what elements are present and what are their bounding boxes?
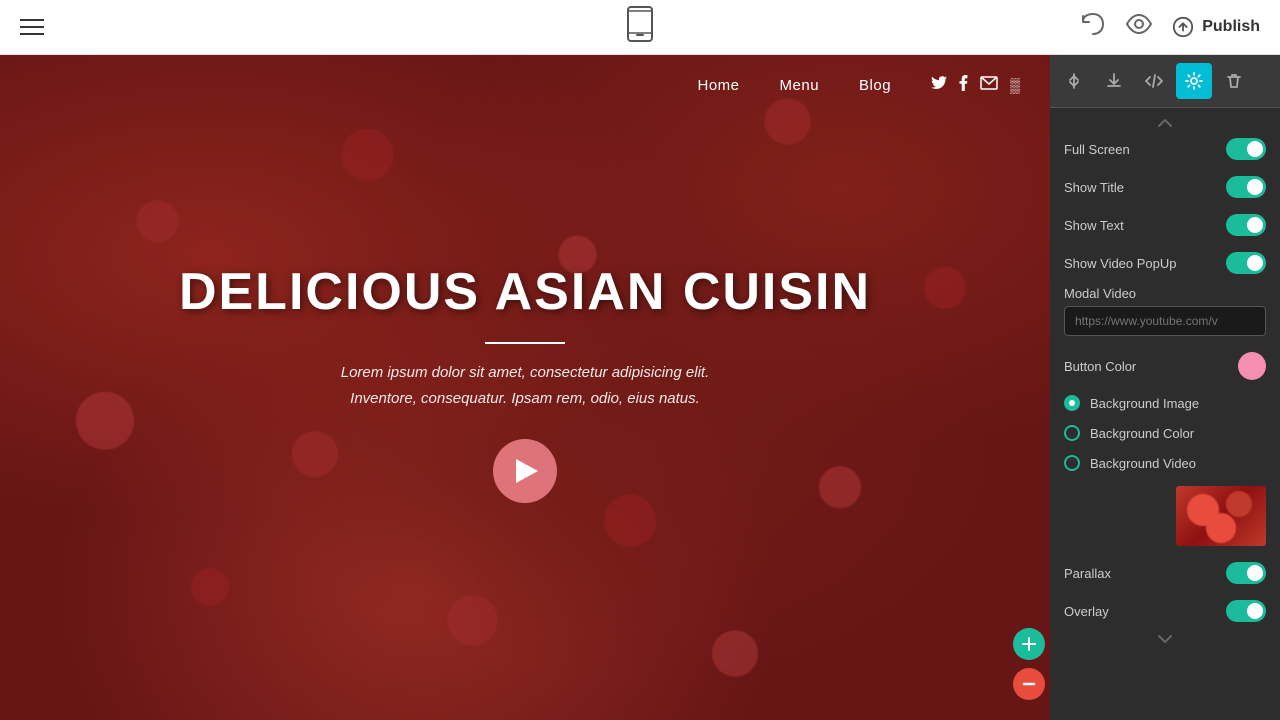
settings-tool-button[interactable] <box>1176 63 1212 99</box>
background-video-option[interactable]: Background Video <box>1050 448 1280 478</box>
parallax-label: Parallax <box>1064 566 1111 581</box>
button-color-label: Button Color <box>1064 359 1136 374</box>
publish-label: Publish <box>1202 18 1260 36</box>
hero-subtitle: Lorem ipsum dolor sit amet, consectetur … <box>341 360 710 411</box>
publish-button[interactable]: Publish <box>1172 16 1260 38</box>
parallax-setting: Parallax <box>1050 554 1280 592</box>
show-text-toggle[interactable] <box>1226 214 1266 236</box>
overlay-toggle[interactable] <box>1226 600 1266 622</box>
modal-video-input[interactable] <box>1064 306 1266 336</box>
parallax-toggle[interactable] <box>1226 562 1266 584</box>
background-color-radio[interactable] <box>1064 425 1080 441</box>
background-color-label: Background Color <box>1090 426 1194 441</box>
hero-divider <box>485 342 565 344</box>
background-image-label: Background Image <box>1090 396 1199 411</box>
top-bar-left <box>20 19 44 35</box>
hero-subtitle-line2: Inventore, consequatur. Ipsam rem, odio,… <box>350 390 700 407</box>
hero-subtitle-line1: Lorem ipsum dolor sit amet, consectetur … <box>341 364 710 381</box>
hero-section: Home Menu Blog ▒ DELICIOUS ASIAN CUISIN <box>0 55 1050 720</box>
show-title-label: Show Title <box>1064 180 1124 195</box>
trash-tool-button[interactable] <box>1216 63 1252 99</box>
show-title-toggle[interactable] <box>1226 176 1266 198</box>
full-screen-toggle[interactable] <box>1226 138 1266 160</box>
right-panel: Full Screen Show Title Show Text Show Vi… <box>1050 55 1280 720</box>
show-video-popup-toggle[interactable] <box>1226 252 1266 274</box>
sort-tool-button[interactable] <box>1056 63 1092 99</box>
show-title-setting: Show Title <box>1050 168 1280 206</box>
mobile-preview-icon[interactable] <box>626 6 654 49</box>
code-tool-button[interactable] <box>1136 63 1172 99</box>
top-bar-center <box>626 6 654 49</box>
undo-icon[interactable] <box>1080 13 1106 41</box>
play-button[interactable] <box>493 439 557 503</box>
full-screen-label: Full Screen <box>1064 142 1130 157</box>
modal-video-section: Modal Video <box>1050 282 1280 344</box>
background-image-radio[interactable] <box>1064 395 1080 411</box>
hero-title: DELICIOUS ASIAN CUISIN <box>179 262 871 322</box>
show-text-label: Show Text <box>1064 218 1124 233</box>
show-video-popup-label: Show Video PopUp <box>1064 256 1177 271</box>
background-video-label: Background Video <box>1090 456 1196 471</box>
full-screen-setting: Full Screen <box>1050 130 1280 168</box>
background-video-radio[interactable] <box>1064 455 1080 471</box>
preview-eye-icon[interactable] <box>1126 14 1152 40</box>
background-thumbnail[interactable] <box>1176 486 1266 546</box>
top-bar-right: Publish <box>1080 13 1260 41</box>
hero-content: DELICIOUS ASIAN CUISIN Lorem ipsum dolor… <box>0 85 1050 680</box>
download-tool-button[interactable] <box>1096 63 1132 99</box>
show-text-setting: Show Text <box>1050 206 1280 244</box>
hamburger-menu-icon[interactable] <box>20 19 44 35</box>
main-area: Home Menu Blog ▒ DELICIOUS ASIAN CUISIN <box>0 55 1280 720</box>
button-color-swatch[interactable] <box>1238 352 1266 380</box>
background-color-option[interactable]: Background Color <box>1050 418 1280 448</box>
background-thumbnail-section <box>1050 478 1280 554</box>
panel-settings: Full Screen Show Title Show Text Show Vi… <box>1050 108 1280 720</box>
top-bar: Publish <box>0 0 1280 55</box>
overlay-label: Overlay <box>1064 604 1109 619</box>
show-video-popup-setting: Show Video PopUp <box>1050 244 1280 282</box>
background-image-option[interactable]: Background Image <box>1050 388 1280 418</box>
modal-video-label: Modal Video <box>1064 286 1266 301</box>
button-color-setting: Button Color <box>1050 344 1280 388</box>
panel-toolbar <box>1050 55 1280 108</box>
overlay-setting: Overlay <box>1050 592 1280 630</box>
